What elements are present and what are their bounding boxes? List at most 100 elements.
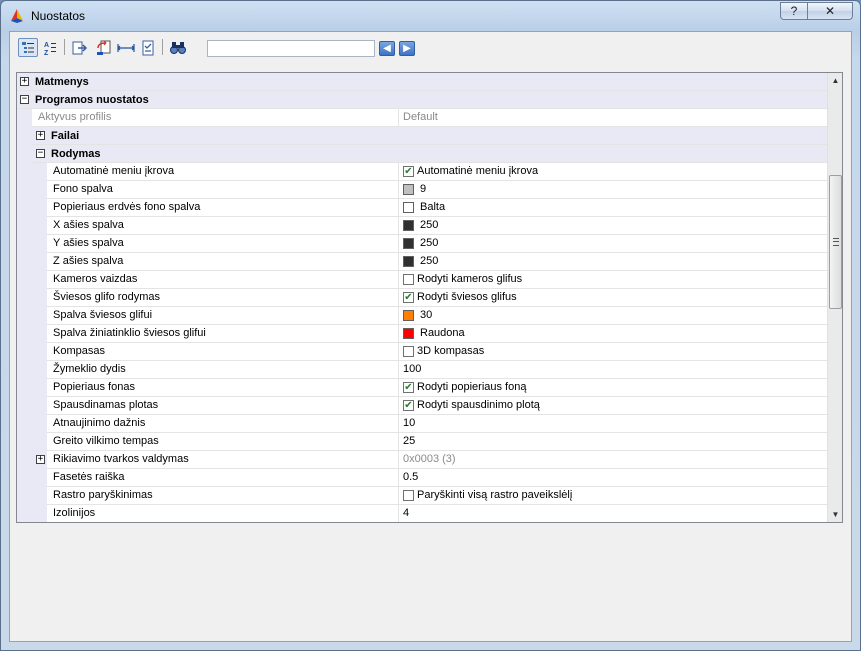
window-title: Nuostatos <box>31 9 86 23</box>
collapse-icon[interactable]: − <box>36 149 45 158</box>
property-row[interactable]: Greito vilkimo tempas 25 <box>17 433 827 451</box>
property-row[interactable]: Žymeklio dydis 100 <box>17 361 827 379</box>
property-value[interactable]: 4 <box>399 505 827 522</box>
color-swatch <box>403 184 414 195</box>
property-value[interactable]: ✔ Rodyti šviesos glifus <box>399 289 827 306</box>
property-row-active-profile[interactable]: Aktyvus profilis Default <box>17 109 827 127</box>
property-row[interactable]: Spausdinamas plotas ✔ Rodyti spausdinimo p… <box>17 397 827 415</box>
checkbox-unchecked-icon[interactable] <box>403 490 414 501</box>
export-icon[interactable] <box>70 38 90 57</box>
property-row[interactable]: Automatinė meniu įkrova ✔ Automatinė meniu… <box>17 163 827 181</box>
expand-icon[interactable]: + <box>36 455 45 464</box>
dimension-icon[interactable] <box>116 38 136 57</box>
scroll-up-icon[interactable]: ▲ <box>828 73 842 88</box>
property-row[interactable]: Fasetės raiška 0.5 <box>17 469 827 487</box>
color-swatch <box>403 238 414 249</box>
property-value-text: 9 <box>420 183 427 195</box>
property-row[interactable]: Popieriaus erdvės fono spalva Balta <box>17 199 827 217</box>
property-name: Šviesos glifo rodymas <box>47 289 399 306</box>
import-icon[interactable] <box>94 38 114 57</box>
vertical-scrollbar[interactable]: ▲ ▼ <box>827 73 842 522</box>
property-value-text: Rodyti popieriaus foną <box>417 381 527 393</box>
property-name: Popieriaus fonas <box>47 379 399 396</box>
property-value-text: 250 <box>420 237 439 249</box>
category-rodymas[interactable]: − Rodymas <box>17 145 827 163</box>
property-value[interactable]: ✔ Rodyti popieriaus foną <box>399 379 827 396</box>
property-row[interactable]: Izolinijos 4 <box>17 505 827 522</box>
property-row[interactable]: Spalva šviesos glifui 30 <box>17 307 827 325</box>
property-value[interactable]: Rodyti kameros glifus <box>399 271 827 288</box>
checkbox-checked-icon[interactable]: ✔ <box>403 382 414 393</box>
category-label: Rodymas <box>51 148 101 160</box>
property-name: Atnaujinimo dažnis <box>47 415 399 432</box>
checkbox-checked-icon[interactable]: ✔ <box>403 166 414 177</box>
category-failai[interactable]: + Failai <box>17 127 827 145</box>
property-row[interactable]: X ašies spalva 250 <box>17 217 827 235</box>
property-row[interactable]: Rastro paryškinimas Paryškinti visą rastr… <box>17 487 827 505</box>
prev-result-button[interactable]: ◀ <box>379 41 395 56</box>
property-row[interactable]: Popieriaus fonas ✔ Rodyti popieriaus foną <box>17 379 827 397</box>
expand-icon[interactable]: + <box>36 131 45 140</box>
checkbox-checked-icon[interactable]: ✔ <box>403 292 414 303</box>
close-button[interactable]: ✕ <box>807 2 853 20</box>
property-name: Fono spalva <box>47 181 399 198</box>
property-value[interactable]: 25 <box>399 433 827 450</box>
property-value[interactable]: Raudona <box>399 325 827 342</box>
property-value[interactable]: ✔ Rodyti spausdinimo plotą <box>399 397 827 414</box>
scroll-down-icon[interactable]: ▼ <box>828 507 842 522</box>
property-name: Greito vilkimo tempas <box>47 433 399 450</box>
property-value[interactable]: 0.5 <box>399 469 827 486</box>
property-row[interactable]: Y ašies spalva 250 <box>17 235 827 253</box>
property-value[interactable]: 100 <box>399 361 827 378</box>
property-value-text: 250 <box>420 219 439 231</box>
search-input[interactable] <box>207 40 375 57</box>
property-value-text: Automatinė meniu įkrova <box>417 165 539 177</box>
rodymas-property-list: Automatinė meniu įkrova ✔ Automatinė meniu… <box>17 163 827 522</box>
property-value[interactable]: Default <box>399 109 827 126</box>
category-matmenys[interactable]: + Matmenys <box>17 73 827 91</box>
property-row[interactable]: + Rikiavimo tvarkos valdymas 0x0003 (3) <box>17 451 827 469</box>
scroll-thumb[interactable] <box>829 175 842 309</box>
property-value[interactable]: 9 <box>399 181 827 198</box>
help-button[interactable]: ? <box>780 2 808 20</box>
alphabetical-icon[interactable]: AZ <box>40 38 60 57</box>
property-row[interactable]: Atnaujinimo dažnis 10 <box>17 415 827 433</box>
property-value[interactable]: 30 <box>399 307 827 324</box>
property-value-text: 0.5 <box>403 471 419 483</box>
property-value[interactable]: 250 <box>399 235 827 252</box>
checklist-icon[interactable] <box>138 38 158 57</box>
categorized-icon[interactable] <box>18 38 38 57</box>
property-value[interactable]: 250 <box>399 253 827 270</box>
property-row[interactable]: Fono spalva 9 <box>17 181 827 199</box>
property-row[interactable]: Kameros vaizdas Rodyti kameros glifus <box>17 271 827 289</box>
property-value-text: 0x0003 (3) <box>403 453 456 465</box>
property-row[interactable]: Kompasas 3D kompasas <box>17 343 827 361</box>
property-value[interactable]: Paryškinti visą rastro paveikslėlį <box>399 487 827 504</box>
checkbox-unchecked-icon[interactable] <box>403 346 414 357</box>
property-row[interactable]: Z ašies spalva 250 <box>17 253 827 271</box>
property-value-text: 100 <box>403 363 422 375</box>
property-value[interactable]: 10 <box>399 415 827 432</box>
checkbox-checked-icon[interactable]: ✔ <box>403 400 414 411</box>
next-result-button[interactable]: ▶ <box>399 41 415 56</box>
property-name: X ašies spalva <box>47 217 399 234</box>
checkbox-unchecked-icon[interactable] <box>403 274 414 285</box>
property-row[interactable]: Spalva žiniatinklio šviesos glifui Raudon… <box>17 325 827 343</box>
title-bar[interactable]: Nuostatos ? ✕ <box>1 1 860 31</box>
property-value[interactable]: ✔ Automatinė meniu įkrova <box>399 163 827 180</box>
property-value[interactable]: 250 <box>399 217 827 234</box>
property-value-text: Rodyti šviesos glifus <box>417 291 517 303</box>
property-value[interactable]: 0x0003 (3) <box>399 451 827 468</box>
category-label: Failai <box>51 130 80 142</box>
property-name: Fasetės raiška <box>47 469 399 486</box>
expand-icon[interactable]: + <box>20 77 29 86</box>
collapse-icon[interactable]: − <box>20 95 29 104</box>
color-swatch <box>403 220 414 231</box>
find-icon[interactable] <box>168 38 188 57</box>
property-value[interactable]: Balta <box>399 199 827 216</box>
property-name: Spausdinamas plotas <box>47 397 399 414</box>
property-name: Rikiavimo tvarkos valdymas <box>47 451 399 468</box>
category-programos-nuostatos[interactable]: − Programos nuostatos <box>17 91 827 109</box>
property-value[interactable]: 3D kompasas <box>399 343 827 360</box>
property-row[interactable]: Šviesos glifo rodymas ✔ Rodyti šviesos gli… <box>17 289 827 307</box>
